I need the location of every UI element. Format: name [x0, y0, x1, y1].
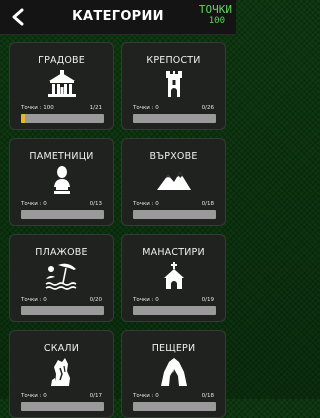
- points-text: Точки : 0: [133, 393, 159, 399]
- category-title: СКАЛИ: [43, 343, 80, 354]
- rocks-icon: [50, 358, 70, 386]
- progress-bar: [21, 210, 104, 219]
- category-title: МАНАСТИРИ: [142, 247, 205, 258]
- progress-count: 0/26: [201, 105, 214, 111]
- mountain-icon: [156, 172, 191, 190]
- category-title: ГРАДОВЕ: [38, 55, 85, 66]
- category-card-monasteries[interactable]: МАНАСТИРИ Точки : 0 0/19: [121, 234, 226, 322]
- top-bar: КАТЕГОРИИ ТОЧКИ 100: [0, 0, 236, 35]
- progress-count: 0/19: [201, 297, 214, 303]
- progress-bar: [133, 210, 216, 219]
- progress-count: 0/17: [89, 393, 102, 399]
- category-card-monuments[interactable]: ПАМЕТНИЦИ Точки : 0 0/13: [9, 138, 114, 226]
- category-card-fortresses[interactable]: КРЕПОСТИ Точки : 0 0/26: [121, 42, 226, 130]
- progress-bar: [21, 402, 104, 411]
- category-card-rocks[interactable]: СКАЛИ Точки : 0 0/17: [9, 330, 114, 418]
- progress-bar: [133, 114, 216, 123]
- points-text: Точки : 0: [133, 105, 159, 111]
- progress-bar: [133, 402, 216, 411]
- progress-fill: [21, 114, 25, 123]
- category-title: ПЛАЖОВЕ: [35, 247, 88, 258]
- points-text: Точки : 0: [21, 201, 47, 207]
- category-card-beaches[interactable]: ПЛАЖОВЕ Точки : 0 0/20: [9, 234, 114, 322]
- back-button[interactable]: [6, 5, 30, 29]
- progress-count: 0/18: [201, 393, 214, 399]
- points-text: Точки : 100: [21, 105, 54, 111]
- fortress-icon: [165, 71, 182, 97]
- points-text: Точки : 0: [21, 393, 47, 399]
- points-value: 100: [208, 16, 225, 26]
- progress-count: 0/13: [89, 201, 102, 207]
- progress-bar: [21, 306, 104, 315]
- beach-icon: [45, 263, 76, 290]
- category-title: ВЪРХОВЕ: [149, 151, 198, 162]
- category-title: КРЕПОСТИ: [146, 55, 201, 66]
- back-arrow-icon: [12, 8, 24, 26]
- category-card-towns[interactable]: ГРАДОВЕ Точки : 100 1/21: [9, 42, 114, 130]
- points-text: Точки : 0: [133, 297, 159, 303]
- page-title: КАТЕГОРИИ: [72, 9, 164, 24]
- category-card-peaks[interactable]: ВЪРХОВЕ Точки : 0 0/18: [121, 138, 226, 226]
- progress-count: 0/20: [89, 297, 102, 303]
- points-text: Точки : 0: [21, 297, 47, 303]
- progress-count: 0/18: [201, 201, 214, 207]
- progress-count: 1/21: [89, 105, 102, 111]
- bust-icon: [53, 166, 70, 194]
- town-hall-icon: [47, 70, 76, 97]
- points-text: Точки : 0: [133, 201, 159, 207]
- progress-bar: [21, 114, 104, 123]
- cave-icon: [160, 358, 187, 386]
- category-title: ПАМЕТНИЦИ: [29, 151, 94, 162]
- category-title: ПЕЩЕРИ: [151, 343, 196, 354]
- monastery-icon: [163, 262, 184, 289]
- points-label: ТОЧКИ: [198, 3, 232, 16]
- progress-bar: [133, 306, 216, 315]
- category-card-caves[interactable]: ПЕЩЕРИ Точки : 0 0/18: [121, 330, 226, 418]
